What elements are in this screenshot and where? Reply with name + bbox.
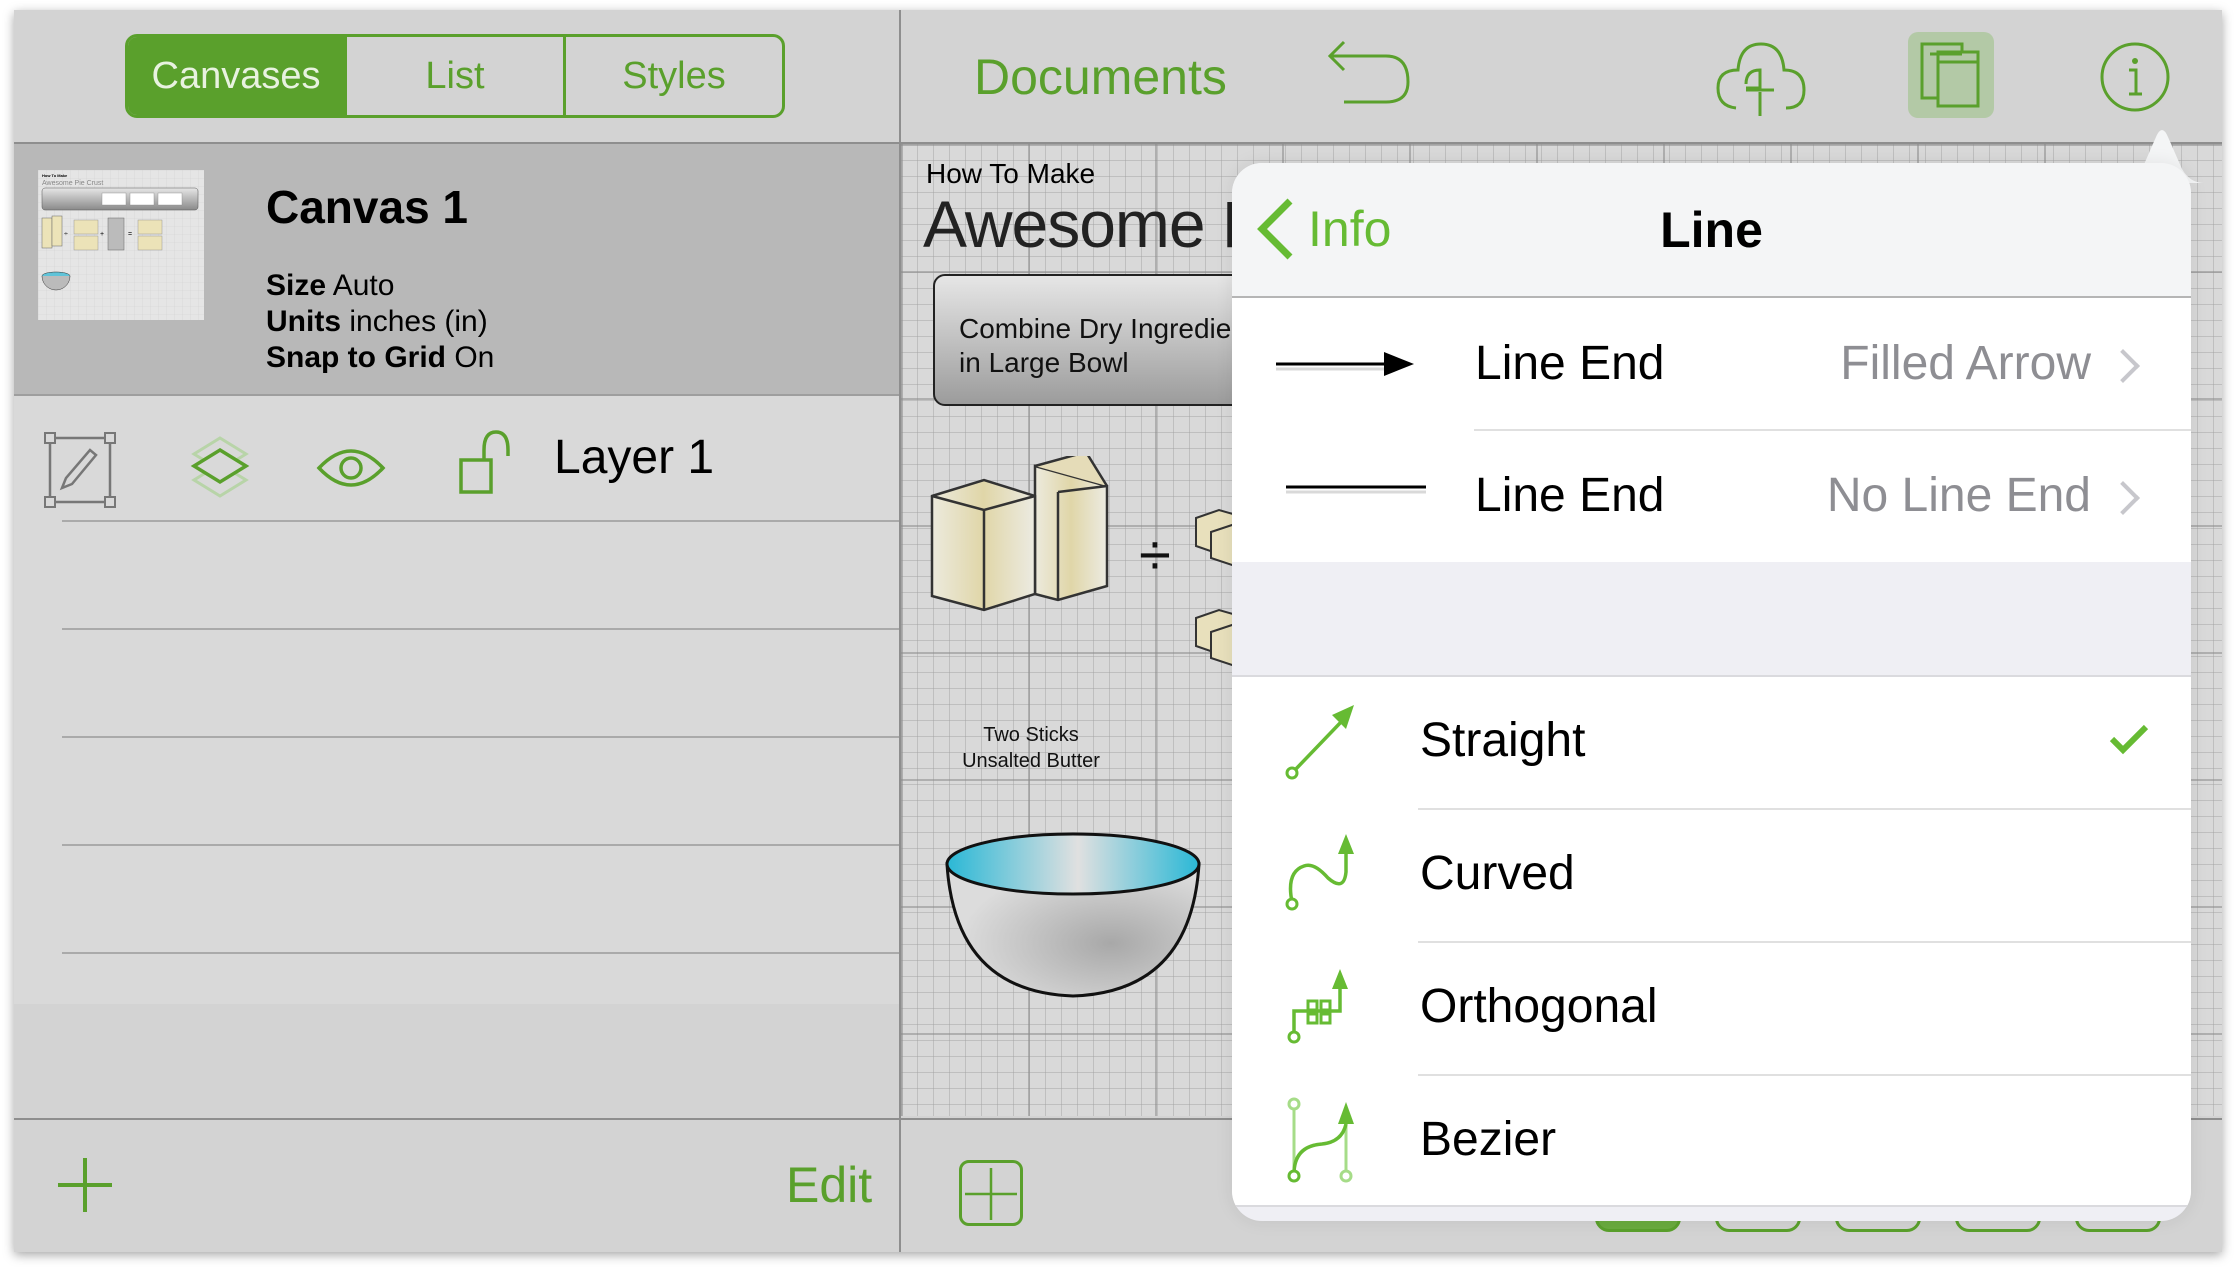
svg-text:=: = (128, 231, 132, 238)
cloud-sync-icon[interactable] (1716, 40, 1806, 116)
edit-layer-icon[interactable] (44, 432, 116, 508)
row-separator (62, 952, 899, 954)
line-type-row-bezier[interactable]: Bezier (1232, 1076, 2191, 1207)
butter-caption[interactable]: Two Sticks Unsalted Butter (931, 722, 1131, 774)
svg-text:÷: ÷ (64, 231, 68, 238)
info-icon[interactable] (2098, 40, 2172, 114)
checkmark-icon (2109, 724, 2149, 755)
step-box-text: Combine Dry Ingredie in Large Bowl (959, 313, 1232, 378)
bezier-line-icon (1287, 1097, 1354, 1183)
canvas-snap: Snap to Grid On (266, 341, 495, 374)
line-ends-section: Line End Filled Arrow Line End No Line E… (1232, 298, 2191, 562)
tab-list[interactable]: List (344, 37, 563, 115)
line-type-label: Straight (1420, 714, 1586, 767)
line-type-label: Orthogonal (1420, 980, 1658, 1033)
filled-arrow-line-icon (1276, 352, 1414, 376)
divide-symbol: ÷ (1139, 523, 1171, 588)
line-type-label: Bezier (1420, 1113, 1557, 1166)
layer-name: Layer 1 (554, 431, 715, 484)
plain-line-icon (1286, 485, 1426, 494)
line-end-row[interactable]: Line End Filled Arrow (1232, 298, 2191, 430)
line-inspector-popover: Info Line Line End Filled Arrow Line End… (1232, 163, 2191, 1221)
svg-text:Awesome Pie Crust: Awesome Pie Crust (42, 180, 103, 187)
row-separator (62, 844, 899, 846)
curved-line-icon (1285, 834, 1354, 911)
undo-icon[interactable] (1326, 40, 1416, 114)
toolbar: Documents (901, 10, 2222, 144)
line-type-row-orthogonal[interactable]: Orthogonal (1232, 943, 2191, 1074)
line-end-row[interactable]: Line End No Line End (1232, 431, 2191, 562)
chevron-right-icon (2106, 349, 2140, 383)
sidebar-footer: Edit (14, 1118, 899, 1252)
row-separator (62, 736, 899, 738)
svg-text:How To Make: How To Make (42, 173, 68, 178)
canvas-heading-large[interactable]: Awesome P (923, 186, 1266, 262)
line-type-label: Curved (1420, 847, 1575, 900)
section-separator (1232, 1205, 2191, 1207)
row-separator (62, 520, 899, 522)
eye-icon[interactable] (316, 446, 386, 490)
row-separator (62, 628, 899, 630)
line-end-label: Line End (1475, 469, 1665, 522)
plus-icon (965, 1168, 1017, 1220)
chevron-right-icon (2106, 481, 2140, 515)
canvases-button[interactable] (1908, 32, 1994, 118)
canvas-meta: Size Auto Units inches (in) Snap to Grid… (266, 268, 494, 376)
layer-row[interactable]: Layer 1 (14, 396, 899, 520)
unlock-icon[interactable] (458, 428, 522, 496)
canvas-size: Size Auto (266, 269, 395, 302)
orthogonal-line-icon (1287, 969, 1348, 1044)
line-end-value: No Line End (1826, 469, 2091, 522)
plus-icon[interactable] (58, 1158, 112, 1212)
canvas-thumbnail: How To Make Awesome Pie Crust ÷ + = (38, 170, 204, 320)
canvas-title: Canvas 1 (266, 181, 469, 233)
butter-sticks-shape[interactable] (929, 456, 1109, 616)
line-end-value: Filled Arrow (1840, 337, 2091, 390)
canvases-icon (1920, 42, 1980, 108)
line-type-section: Straight Curved Orthogonal Bezier (1232, 677, 2191, 1207)
documents-button[interactable]: Documents (974, 48, 1227, 106)
popover-title: Line (1660, 202, 1763, 258)
svg-text:+: + (100, 231, 104, 238)
bowl-shape[interactable] (945, 832, 1205, 998)
sidebar-header: Canvases List Styles (14, 10, 899, 144)
canvas-list-item[interactable]: How To Make Awesome Pie Crust ÷ + = Canv… (14, 144, 899, 396)
add-shape-button[interactable] (959, 1160, 1023, 1226)
app-window: Canvases List Styles How To Make Awesome… (14, 10, 2222, 1252)
tab-canvases[interactable]: Canvases (128, 37, 344, 115)
line-type-row-curved[interactable]: Curved (1232, 810, 2191, 941)
line-type-row-straight[interactable]: Straight (1232, 677, 2191, 808)
view-segmented-control: Canvases List Styles (125, 34, 785, 118)
tab-styles[interactable]: Styles (563, 37, 782, 115)
straight-line-icon (1285, 705, 1354, 780)
edit-button[interactable]: Edit (786, 1156, 872, 1214)
line-end-label: Line End (1475, 337, 1665, 390)
step-box[interactable]: Combine Dry Ingredie in Large Bowl (933, 274, 1257, 406)
popover-header: Info Line (1232, 163, 2191, 298)
canvas-units: Units inches (in) (266, 305, 488, 338)
layers-icon[interactable] (190, 436, 250, 498)
